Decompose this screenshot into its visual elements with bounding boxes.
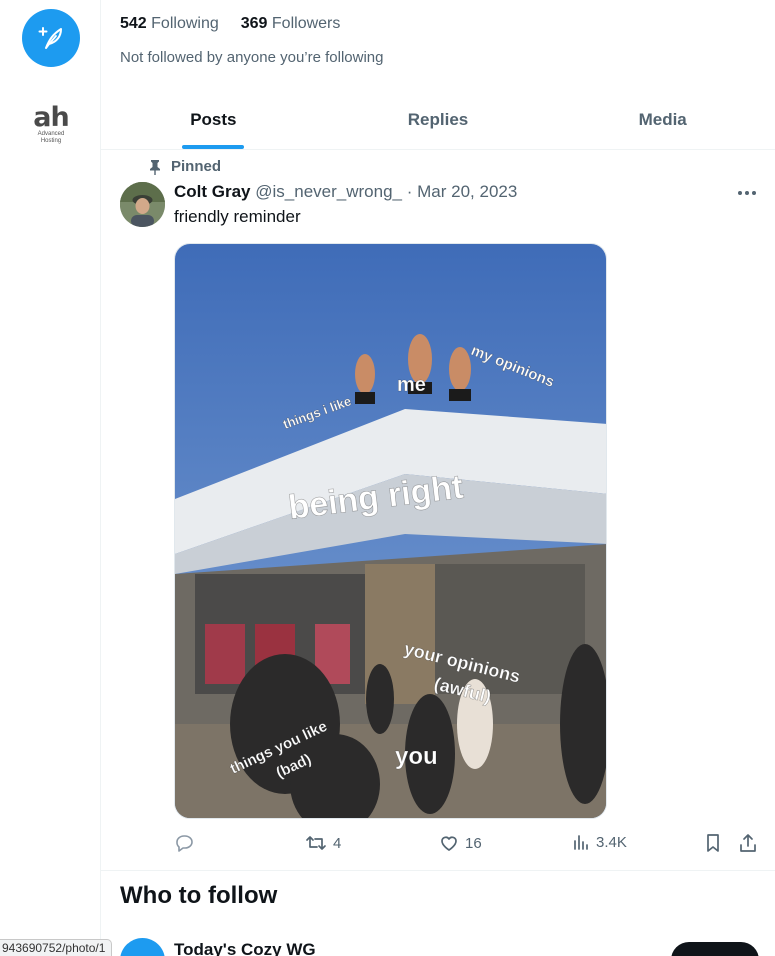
repost-button[interactable]: 4	[305, 833, 341, 853]
more-options-button[interactable]	[735, 182, 759, 204]
following-count: 542	[120, 15, 147, 32]
author-name[interactable]: Colt Gray	[174, 182, 251, 201]
main-column: 542 Following 369 Followers Not followed…	[101, 0, 775, 956]
reply-icon	[176, 835, 193, 852]
tab-replies[interactable]: Replies	[326, 96, 551, 149]
tweet-date[interactable]: Mar 20, 2023	[417, 182, 517, 201]
tweet-header: Colt Gray @is_never_wrong_ · Mar 20, 202…	[174, 182, 517, 202]
followed-by-note: Not followed by anyone you’re following	[120, 49, 384, 66]
following-link[interactable]: 542 Following	[120, 15, 219, 33]
bar-chart-icon	[574, 835, 588, 850]
active-tab-indicator	[182, 145, 245, 149]
following-label: Following	[151, 15, 219, 32]
views-count: 3.4K	[596, 833, 627, 851]
followers-link[interactable]: 369 Followers	[241, 15, 341, 33]
reply-button[interactable]	[174, 833, 200, 853]
author-handle[interactable]: @is_never_wrong_	[255, 182, 402, 201]
profile-tabs: Posts Replies Media	[101, 96, 775, 150]
suggestion-name[interactable]: Today's Cozy WG	[174, 940, 316, 956]
suggestion-avatar[interactable]	[120, 938, 165, 956]
status-bar-url: 943690752/photo/1	[0, 939, 113, 956]
logo-main-text: ah	[33, 102, 69, 133]
share-button[interactable]	[738, 833, 758, 853]
tweet-media-image[interactable]: things i like me my opinions being right…	[174, 243, 607, 819]
heart-icon	[441, 836, 457, 851]
meme-illustration: things i like me my opinions being right…	[175, 244, 606, 818]
header-separator: ·	[406, 182, 413, 201]
share-icon	[740, 834, 756, 852]
repost-count: 4	[333, 834, 342, 852]
tweet-actions: 4 16 3.4K	[174, 833, 764, 857]
tab-media[interactable]: Media	[550, 96, 775, 149]
tab-posts-label: Posts	[190, 110, 237, 129]
pinned-indicator: Pinned	[149, 158, 221, 175]
tab-replies-label: Replies	[407, 110, 469, 129]
logo-sub-text-2: Hosting	[40, 138, 62, 144]
tab-media-label: Media	[638, 110, 687, 129]
pinned-label: Pinned	[171, 158, 222, 175]
author-avatar[interactable]	[120, 182, 165, 227]
followers-label: Followers	[271, 15, 341, 32]
repost-icon	[306, 836, 326, 850]
left-rail: ah Advanced Hosting	[0, 0, 101, 956]
views-button[interactable]: 3.4K	[572, 833, 627, 851]
tweet-text: friendly reminder	[174, 207, 301, 226]
advanced-hosting-logo[interactable]: ah Advanced Hosting	[30, 102, 72, 145]
followers-count: 369	[240, 15, 268, 32]
pin-icon	[150, 159, 160, 175]
feather-plus-icon	[38, 27, 62, 49]
more-dots-icon	[738, 191, 756, 195]
meme-label-you: you	[395, 743, 438, 770]
section-divider	[101, 870, 775, 871]
meme-label-me: me	[397, 374, 426, 396]
like-count: 16	[465, 834, 482, 852]
follow-button[interactable]	[671, 942, 759, 956]
compose-post-button[interactable]	[22, 9, 80, 67]
like-button[interactable]: 16	[439, 833, 482, 853]
follow-stats: 542 Following 369 Followers	[120, 15, 340, 33]
bookmark-icon	[707, 834, 719, 852]
avatar-image	[120, 182, 165, 227]
tab-posts[interactable]: Posts	[101, 96, 326, 149]
bookmark-button[interactable]	[704, 833, 722, 853]
who-to-follow-heading: Who to follow	[120, 882, 278, 909]
